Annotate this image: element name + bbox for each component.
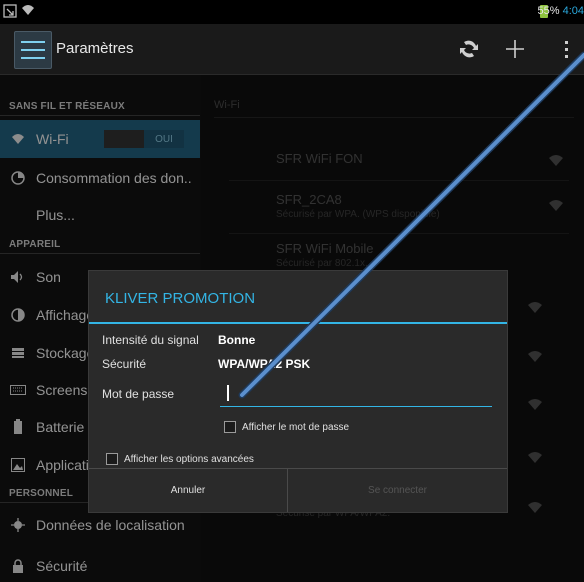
action-bar: Paramètres bbox=[0, 24, 584, 75]
show-password-checkbox[interactable] bbox=[224, 421, 236, 433]
show-advanced-checkbox[interactable] bbox=[106, 453, 118, 465]
add-button[interactable] bbox=[498, 32, 532, 66]
show-password-row[interactable]: Afficher le mot de passe bbox=[224, 421, 349, 433]
clock: 4:04 bbox=[562, 5, 584, 17]
wifi-connect-dialog: KLIVER PROMOTION Intensité du signal Bon… bbox=[88, 270, 508, 513]
sync-button[interactable] bbox=[452, 32, 486, 66]
settings-app-icon[interactable] bbox=[14, 31, 52, 69]
show-advanced-row[interactable]: Afficher les options avancées bbox=[106, 453, 254, 465]
overflow-menu-button[interactable] bbox=[550, 32, 584, 66]
security-label: Sécurité bbox=[102, 357, 147, 371]
connect-button[interactable]: Se connecter bbox=[288, 469, 507, 512]
download-notification-icon bbox=[3, 4, 17, 18]
signal-strength-value: Bonne bbox=[218, 333, 256, 347]
dialog-title: KLIVER PROMOTION bbox=[105, 290, 256, 307]
show-advanced-label: Afficher les options avancées bbox=[124, 453, 254, 465]
security-value: WPA/WPA2 PSK bbox=[218, 357, 311, 371]
add-icon bbox=[506, 40, 524, 58]
password-input[interactable] bbox=[220, 381, 492, 407]
signal-strength-label: Intensité du signal bbox=[102, 333, 199, 347]
text-caret bbox=[227, 385, 229, 401]
cancel-button[interactable]: Annuler bbox=[89, 469, 287, 512]
page-title: Paramètres bbox=[56, 40, 134, 57]
battery-percent: 55% bbox=[537, 5, 560, 17]
show-password-label: Afficher le mot de passe bbox=[242, 421, 350, 433]
status-text: 55% 4:04 bbox=[537, 5, 584, 17]
wifi-status-icon bbox=[22, 5, 34, 15]
password-label: Mot de passe bbox=[102, 387, 175, 401]
android-settings-screen: 55% 4:04 Paramètres SANS FIL ET RÉSEAUX … bbox=[0, 0, 584, 582]
sync-icon bbox=[460, 40, 478, 58]
overflow-menu-icon bbox=[565, 41, 568, 58]
status-bar: 55% 4:04 bbox=[0, 0, 584, 24]
dialog-title-divider bbox=[89, 322, 507, 324]
